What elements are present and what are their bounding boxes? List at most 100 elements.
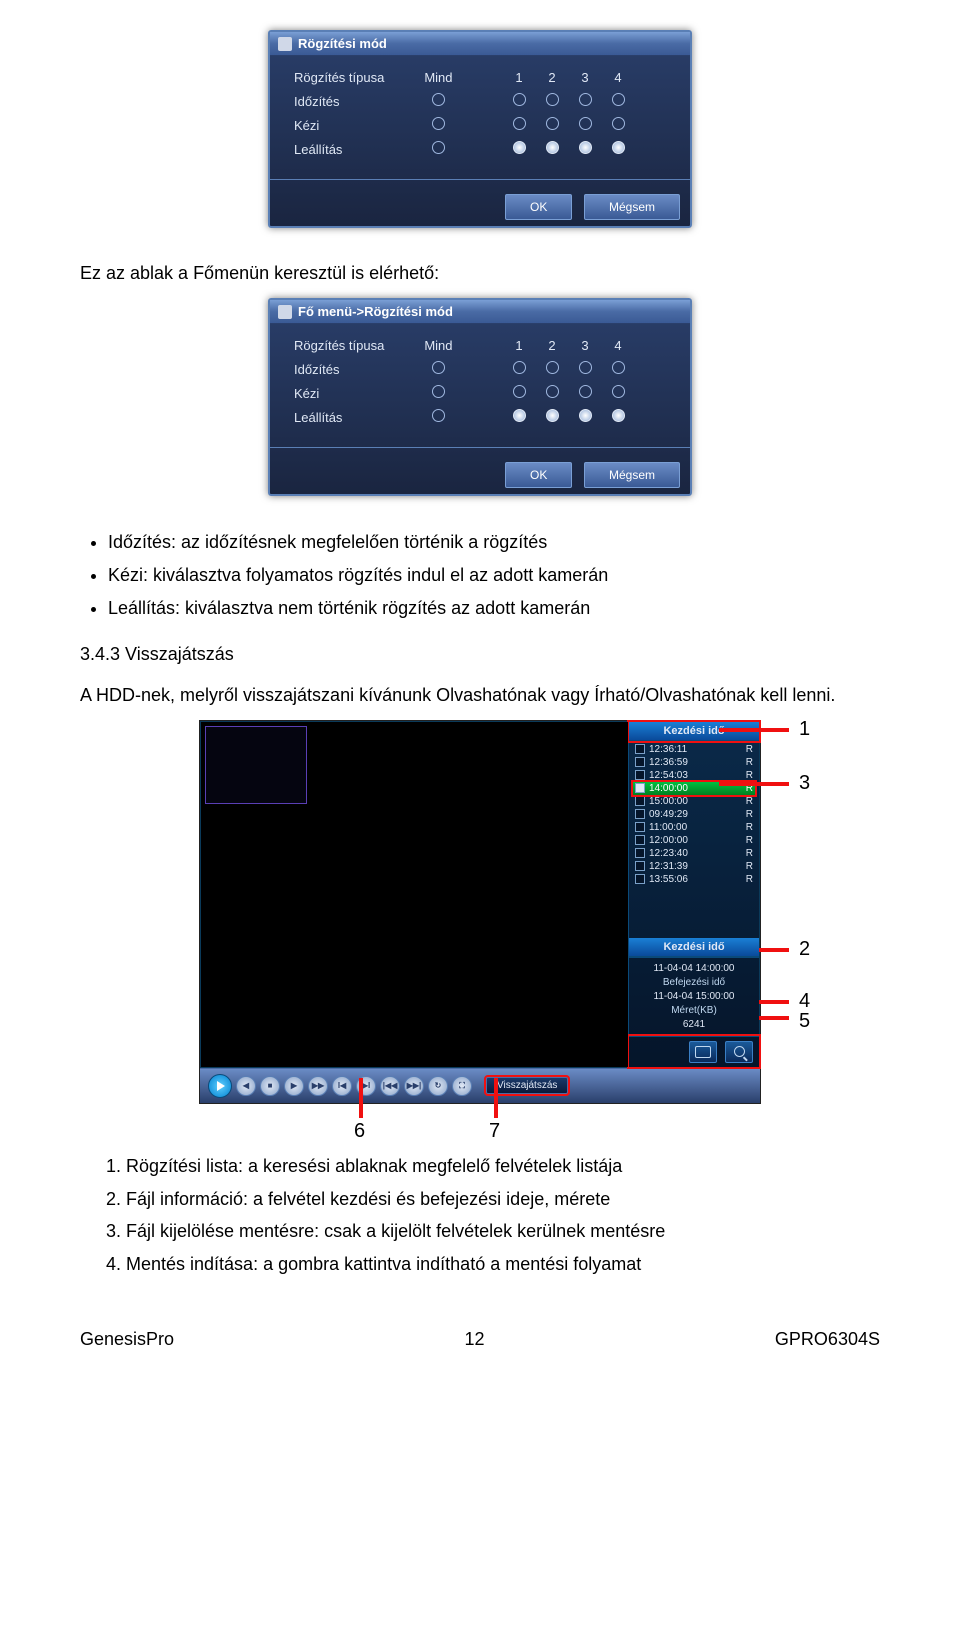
row-timing-label: Időzítés [284,357,414,381]
radio-stop-3[interactable] [579,409,592,422]
radio-stop-1[interactable] [513,141,526,154]
radio-stop-2[interactable] [546,141,559,154]
row-time: 11:00:00 [649,822,687,833]
info-size-label: Méret(KB) [635,1004,753,1018]
radio-stop-1[interactable] [513,409,526,422]
radio-manual-1[interactable] [513,385,526,398]
dialog-title: Rögzítési mód [298,36,387,51]
numlist-item: Mentés indítása: a gombra kattintva indí… [126,1250,880,1279]
cancel-button[interactable]: Mégsem [584,462,680,488]
row-time: 12:36:11 [649,744,687,755]
window-icon [278,305,292,319]
body-text-1: Ez az ablak a Főmenün keresztül is elérh… [80,260,880,286]
row-checkbox[interactable] [635,835,645,845]
next-file-button[interactable]: ▶▶| [404,1076,424,1096]
row-checkbox[interactable] [635,744,645,754]
radio-manual-4[interactable] [612,385,625,398]
radio-timing-4[interactable] [612,93,625,106]
page-footer: GenesisPro 12 GPRO6304S [80,1329,880,1350]
recording-list-row[interactable]: 11:00:00R [633,821,755,834]
radio-timing-3[interactable] [579,93,592,106]
prev-file-button[interactable]: |◀◀ [380,1076,400,1096]
row-checkbox[interactable] [635,874,645,884]
recording-list-row[interactable]: 09:49:29R [633,808,755,821]
row-checkbox[interactable] [635,783,645,793]
fast-button[interactable]: ▶▶ [308,1076,328,1096]
radio-timing-1[interactable] [513,361,526,374]
play-button[interactable] [208,1074,232,1098]
row-checkbox[interactable] [635,770,645,780]
recording-list-row[interactable]: 12:00:00R [633,834,755,847]
radio-manual-1[interactable] [513,117,526,130]
radio-timing-2[interactable] [546,93,559,106]
recording-list-row[interactable]: 12:36:11R [633,743,755,756]
row-checkbox[interactable] [635,809,645,819]
numlist-item: Fájl kijelölése mentésre: csak a kijelöl… [126,1217,880,1246]
ok-button[interactable]: OK [505,462,572,488]
recording-list-row[interactable]: 12:31:39R [633,860,755,873]
radio-manual-3[interactable] [579,385,592,398]
radio-stop-all[interactable] [432,141,445,154]
slow-button[interactable]: ▶ [284,1076,304,1096]
dialog-title: Fő menü->Rögzítési mód [298,304,453,319]
recording-list-row[interactable]: 13:55:06 R [633,873,755,886]
radio-stop-2[interactable] [546,409,559,422]
radio-timing-1[interactable] [513,93,526,106]
footer-page: 12 [464,1329,484,1350]
row-checkbox[interactable] [635,822,645,832]
cancel-button[interactable]: Mégsem [584,194,680,220]
row-checkbox[interactable] [635,757,645,767]
radio-manual-2[interactable] [546,385,559,398]
row-tag: R [746,835,753,846]
recording-list-row[interactable]: 15:00:00R [633,795,755,808]
radio-stop-4[interactable] [612,141,625,154]
row-tag: R [746,874,753,885]
radio-timing-all[interactable] [432,93,445,106]
radio-manual-all[interactable] [432,117,445,130]
row-checkbox[interactable] [635,796,645,806]
col-1: 1 [503,334,536,357]
annotation-1: 1 [799,718,810,741]
radio-manual-4[interactable] [612,117,625,130]
col-4: 4 [602,66,635,89]
radio-manual-3[interactable] [579,117,592,130]
prev-frame-button[interactable]: I◀ [332,1076,352,1096]
row-time: 12:54:03 [649,770,688,781]
row-time: 09:49:29 [649,809,688,820]
radio-timing-4[interactable] [612,361,625,374]
recording-list-row[interactable]: 12:23:40R [633,847,755,860]
recording-list: 12:36:11R12:36:59R12:54:03R14:00:00R15:0… [629,741,759,888]
file-info-panel: 11-04-04 14:00:00 Befejezési idő 11-04-0… [629,957,759,1036]
annotation-3: 3 [799,772,810,795]
stop-button[interactable]: ■ [260,1076,280,1096]
radio-stop-3[interactable] [579,141,592,154]
radio-manual-2[interactable] [546,117,559,130]
radio-manual-all[interactable] [432,385,445,398]
row-manual-label: Kézi [284,381,414,405]
loop-button[interactable]: ↻ [428,1076,448,1096]
window-icon [278,37,292,51]
row-time: 13:55:06 [649,874,688,885]
recording-mode-dialog-2: Fő menü->Rögzítési mód Rögzítés típusa M… [268,298,692,496]
row-checkbox[interactable] [635,848,645,858]
search-button[interactable] [725,1041,753,1063]
recording-list-row[interactable]: 12:36:59R [633,756,755,769]
radio-stop-all[interactable] [432,409,445,422]
radio-timing-3[interactable] [579,361,592,374]
save-button-row [629,1036,759,1067]
rewind-button[interactable]: ◀ [236,1076,256,1096]
fullscreen-button[interactable]: ⛶ [452,1076,472,1096]
row-tag: R [746,848,753,859]
radio-timing-all[interactable] [432,361,445,374]
ok-button[interactable]: OK [505,194,572,220]
info-size-value: 6241 [635,1018,753,1032]
recording-list-row[interactable]: 12:54:03R [633,769,755,782]
row-type-label: Rögzítés típusa [284,66,414,89]
info-start-label: Kezdési idő [629,938,759,957]
row-timing-label: Időzítés [284,89,414,113]
backup-button[interactable] [689,1041,717,1063]
play-icon [217,1081,225,1091]
row-checkbox[interactable] [635,861,645,871]
radio-timing-2[interactable] [546,361,559,374]
radio-stop-4[interactable] [612,409,625,422]
